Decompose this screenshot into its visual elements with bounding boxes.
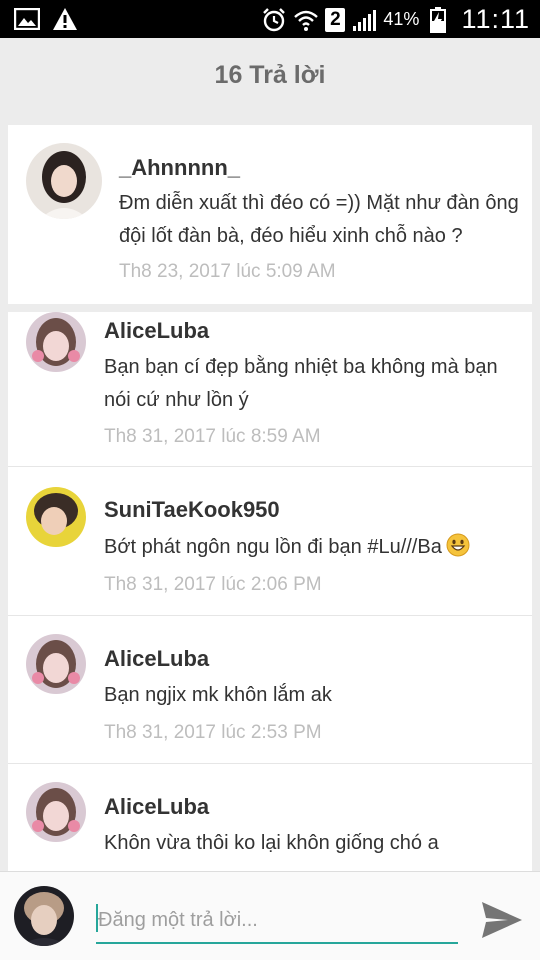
wifi-icon [293, 7, 319, 33]
comment-text: Đm diễn xuất thì đéo có =)) Mặt như đàn … [119, 192, 519, 247]
comment-timestamp: Th8 31, 2017 lúc 2:53 PM [104, 722, 322, 743]
avatar[interactable] [26, 782, 86, 842]
avatar[interactable] [26, 634, 86, 694]
comment-timestamp: Th8 23, 2017 lúc 5:09 AM [119, 261, 336, 282]
avatar[interactable] [26, 143, 102, 219]
comment-text-row: Bớt phát ngôn ngu lồn đi bạn #Lu///Ba [104, 531, 520, 564]
sim-slot-indicator: 2 [325, 7, 346, 32]
list-item[interactable]: SuniTaeKook950 Bớt phát ngôn ngu lồn đi … [8, 467, 532, 616]
comment-text: Bạn bạn cí đẹp bằng nhiệt ba không mà bạ… [104, 356, 498, 411]
replies-list[interactable]: AliceLuba Bạn bạn cí đẹp bằng nhiệt ba k… [8, 312, 532, 872]
signal-strength-icon [351, 7, 377, 33]
comment-text: Bớt phát ngôn ngu lồn đi bạn #Lu///Ba [104, 536, 442, 558]
comment-timestamp: Th8 31, 2017 lúc 8:59 AM [104, 426, 321, 447]
text-cursor [96, 904, 98, 932]
alarm-clock-icon [261, 7, 287, 33]
grinning-face-emoji-icon [446, 533, 470, 557]
send-button[interactable] [480, 900, 524, 940]
warning-icon [52, 6, 78, 32]
battery-percent: 41% [383, 9, 420, 29]
page-header: 16 Trả lời [0, 38, 540, 112]
status-bar: 2 41% 11:11 [0, 0, 540, 38]
comment-timestamp: Th8 31, 2017 lúc 2:06 PM [104, 574, 322, 595]
list-item[interactable]: AliceLuba Bạn bạn cí đẹp bằng nhiệt ba k… [8, 312, 532, 467]
comment-author[interactable]: SuniTaeKook950 [104, 497, 280, 523]
main-comment-card[interactable]: _Ahnnnnn_ Đm diễn xuất thì đéo có =)) Mặ… [8, 125, 532, 304]
battery-charging-icon [425, 6, 451, 33]
page-title: 16 Trả lời [214, 60, 326, 89]
avatar[interactable] [26, 312, 86, 372]
clock-time: 11:11 [461, 4, 530, 34]
comment-author[interactable]: AliceLuba [104, 646, 209, 672]
comment-text: Khôn vừa thôi ko lại khôn giống chó a [104, 832, 439, 854]
comment-author[interactable]: _Ahnnnnn_ [119, 155, 240, 181]
list-item[interactable]: AliceLuba Bạn ngjix mk khôn lắm ak Th8 3… [8, 616, 532, 764]
reply-input[interactable] [96, 898, 458, 944]
send-icon [482, 902, 522, 938]
reply-composer [0, 871, 540, 960]
comment-author[interactable]: AliceLuba [104, 318, 209, 344]
comment-author[interactable]: AliceLuba [104, 794, 209, 820]
avatar[interactable] [26, 487, 86, 547]
image-notification-icon [14, 6, 40, 32]
comment-text: Bạn ngjix mk khôn lắm ak [104, 684, 332, 706]
list-item[interactable]: AliceLuba Khôn vừa thôi ko lại khôn giốn… [8, 764, 532, 872]
current-user-avatar[interactable] [14, 886, 74, 946]
